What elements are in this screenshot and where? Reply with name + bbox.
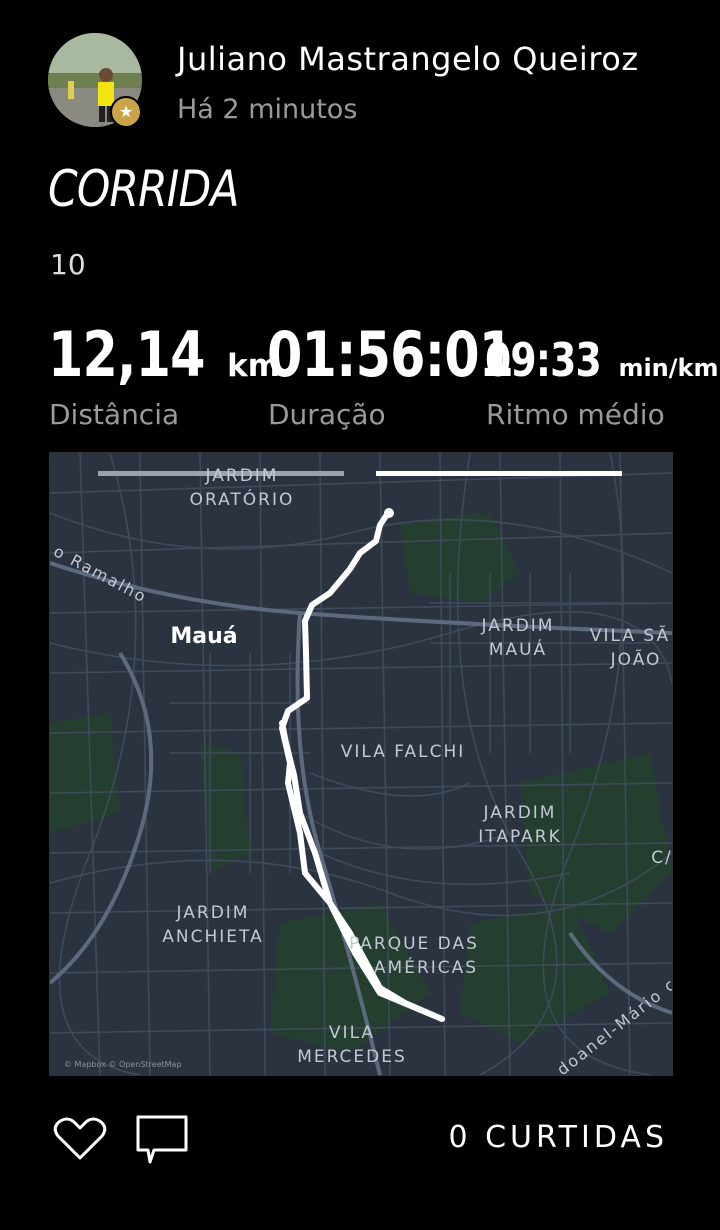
map-label-jardim-itapark-1: JARDIM (483, 803, 557, 823)
duration-value: 01:56:01 (267, 318, 514, 391)
activity-subtitle: 10 (50, 248, 86, 281)
likes-count[interactable]: 0 CURTIDAS (448, 1120, 668, 1155)
map-label-parque-americas-2: AMÉRICAS (374, 956, 478, 978)
route-map[interactable]: JARDIM ORATÓRIO Mauá o Ramalho JARDIM MA… (49, 452, 673, 1076)
activity-type: CORRIDA (48, 160, 239, 218)
post-time: Há 2 minutos (177, 94, 358, 125)
map-label-jardim-maua-2: MAUÁ (489, 638, 547, 660)
map-label-jardim-maua-1: JARDIM (481, 616, 555, 636)
map-label-jardim-anchieta-2: ANCHIETA (162, 927, 263, 947)
duration-label: Duração (268, 398, 386, 431)
map-label-jardim-itapark-2: ITAPARK (478, 827, 561, 847)
map-label-vila-falchi: VILA FALCHI (341, 742, 466, 762)
map-label-vila-mercedes-2: MERCEDES (297, 1047, 407, 1067)
pace-unit: min/km (618, 354, 719, 382)
pace-value: 09:33 (485, 333, 602, 387)
map-label-parque-americas-1: PARQUE DAS (349, 934, 479, 954)
heart-icon[interactable] (52, 1116, 108, 1162)
distance-stat: 12,14 km (48, 318, 280, 391)
user-name[interactable]: Juliano Mastrangelo Queiroz (177, 40, 639, 78)
map-label-edge-c: C/ (651, 848, 672, 868)
map-label-jardim-oratorio-2: ORATÓRIO (190, 488, 295, 510)
map-label-vila-sao-joao-1: VILA SÃ (590, 624, 670, 646)
map-label-vila-sao-joao-2: JOÃO (610, 648, 662, 670)
map-label-vila-mercedes-1: VILA (329, 1023, 375, 1043)
map-label-maua: Mauá (170, 624, 237, 649)
map-attribution[interactable]: © Mapbox © OpenStreetMap (64, 1060, 182, 1069)
pace-stat: 09:33 min/km (485, 333, 719, 387)
route-start-marker (384, 508, 394, 518)
distance-label: Distância (49, 398, 180, 431)
map-label-jardim-anchieta-1: JARDIM (176, 903, 250, 923)
pace-label: Ritmo médio (486, 398, 665, 431)
map-label-jardim-oratorio-1: JARDIM (205, 466, 279, 486)
star-icon: ★ (110, 96, 142, 128)
comment-icon[interactable] (134, 1114, 190, 1166)
distance-value: 12,14 (48, 318, 206, 391)
